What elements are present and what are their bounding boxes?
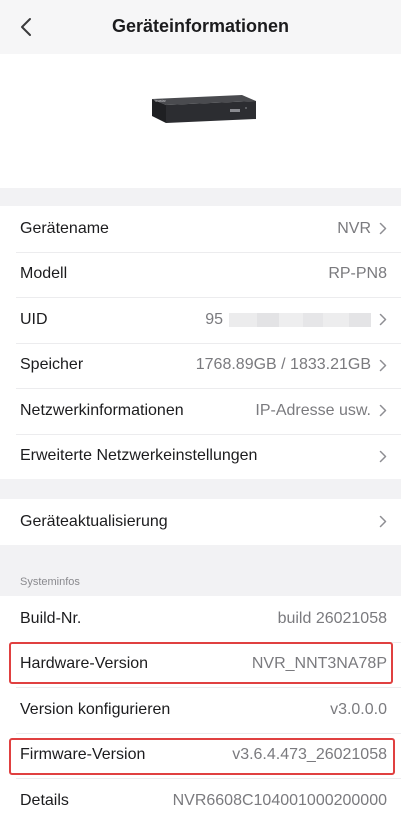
row-label: Firmware-Version (20, 746, 146, 764)
row-label: Erweiterte Netzwerkeinstellungen (20, 447, 258, 465)
uid-prefix: 95 (205, 310, 223, 328)
navigation-bar: Geräteinformationen (0, 0, 401, 54)
row-label: UID (20, 310, 48, 328)
row-network-info[interactable]: Netzwerkinformationen IP-Adresse usw. (0, 388, 401, 434)
row-firmware-version: Firmware-Version v3.6.4.473_26021058 (0, 732, 401, 779)
row-label: Geräteaktualisierung (20, 512, 168, 530)
row-value: 95 (205, 311, 371, 329)
chevron-right-icon (379, 314, 387, 326)
row-value: NVR (337, 219, 371, 237)
row-label: Speicher (20, 356, 84, 374)
chevron-right-icon (379, 359, 387, 371)
row-label: Build-Nr. (20, 609, 82, 627)
row-value: IP-Adresse usw. (255, 401, 371, 419)
row-model: Modell RP-PN8 (0, 251, 401, 298)
row-value: NVR6608C104001000200000 (172, 791, 387, 809)
row-device-name[interactable]: Gerätename NVR (0, 206, 401, 252)
row-label: Modell (20, 265, 68, 283)
row-value: NVR_NNT3NA78P (251, 655, 387, 673)
row-hardware-version: Hardware-Version NVR_NNT3NA78P (0, 641, 401, 688)
section-caption-system-info: Systeminfos (20, 576, 80, 588)
row-value: RP-PN8 (328, 265, 387, 283)
row-value: v3.0.0.0 (330, 700, 387, 718)
chevron-right-icon (379, 405, 387, 417)
device-brand-text: Yeastar (154, 99, 167, 103)
row-details: Details NVR6608C104001000200000 (0, 778, 401, 823)
nvr-device-image: Yeastar (152, 95, 256, 123)
row-label: Gerätename (20, 219, 109, 237)
row-label: Details (20, 791, 69, 809)
row-value: v3.6.4.473_26021058 (232, 746, 387, 764)
row-label: Netzwerkinformationen (20, 401, 184, 419)
row-label: Version konfigurieren (20, 700, 171, 718)
uid-redaction (229, 312, 371, 327)
chevron-right-icon (379, 516, 387, 528)
device-info-group: Gerätename NVR Modell RP-PN8 UID 95 Spei… (0, 206, 401, 479)
row-label: Hardware-Version (20, 655, 149, 673)
page-title: Geräteinformationen (111, 16, 290, 36)
row-config-version: Version konfigurieren v3.0.0.0 (0, 687, 401, 733)
device-image-panel: Yeastar (0, 54, 401, 188)
chevron-right-icon (379, 450, 387, 462)
row-advanced-network[interactable]: Erweiterte Netzwerkeinstellungen (0, 433, 401, 480)
row-storage[interactable]: Speicher 1768.89GB / 1833.21GB (0, 342, 401, 389)
row-build-number: Build-Nr. build 26021058 (0, 596, 401, 642)
row-uid[interactable]: UID 95 (0, 297, 401, 343)
chevron-right-icon (379, 223, 387, 235)
row-device-update[interactable]: Geräteaktualisierung (0, 499, 401, 545)
system-info-group: Build-Nr. build 26021058 Hardware-Versio… (0, 596, 401, 823)
row-value: build 26021058 (277, 609, 387, 627)
firmware-update-group: Geräteaktualisierung (0, 499, 401, 545)
row-value: 1768.89GB / 1833.21GB (195, 356, 371, 374)
